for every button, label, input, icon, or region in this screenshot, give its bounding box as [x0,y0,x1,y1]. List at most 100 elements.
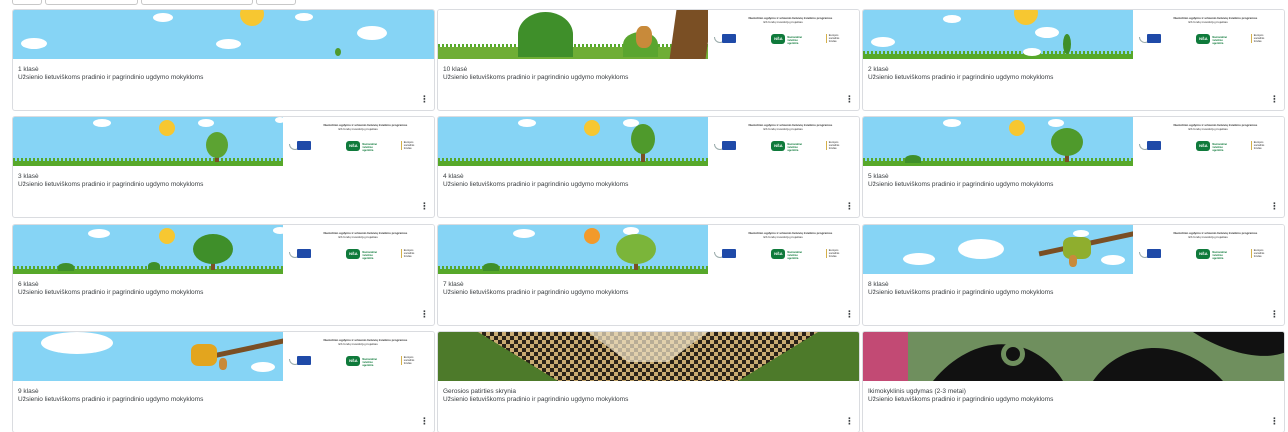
course-banner[interactable]: Nuotolinio ugdymo ir užsienio lietuvių š… [13,225,434,274]
eu-flag-icon [1146,249,1161,258]
tree-canopy-shape [1051,128,1083,156]
logo-line2: ES fondų investicijų projektas [763,235,803,239]
cloud-shape [88,229,110,238]
course-card[interactable]: Gerosios patirties skrynia Užsienio liet… [437,331,860,432]
more-options-icon[interactable]: ⋮ [420,201,429,211]
more-options-icon[interactable]: ⋮ [845,309,854,319]
folk-cutout-image [863,332,1284,381]
course-card[interactable]: Nuotolinio ugdymo ir užsienio lietuvių š… [437,116,860,218]
course-subtitle: Užsienio lietuviškoms pradinio ir pagrin… [443,74,629,81]
course-banner[interactable] [863,332,1284,381]
cloud-shape [1073,230,1089,237]
course-card[interactable]: Nuotolinio ugdymo ir užsienio lietuvių š… [862,224,1285,326]
oak-leaf-icon [191,344,217,366]
course-card[interactable]: Nuotolinio ugdymo ir užsienio lietuvių š… [12,116,435,218]
fund-text: Europos socialinis fondas [825,141,844,150]
cloud-shape [251,362,275,372]
bush-shape [58,263,74,271]
sprout-shape [1063,34,1071,54]
nsa-text: Nacionalinė švietimo agentūra [362,143,377,152]
course-title[interactable]: 3 klasė [18,173,39,180]
logo-line2: ES fondų investicijų projektas [338,127,378,131]
sun-shape [159,120,175,136]
sponsor-logos: Nuotolinio ugdymo ir užsienio lietuvių š… [708,117,859,166]
course-banner[interactable]: Nuotolinio ugdymo ir užsienio lietuvių š… [13,117,434,166]
cloud-shape [216,39,241,49]
nsa-logo-icon: NŠA [1196,141,1211,151]
course-title[interactable]: 4 klasė [443,173,464,180]
course-card[interactable]: Nuotolinio ugdymo ir užsienio lietuvių š… [437,224,860,326]
course-banner[interactable]: Nuotolinio ugdymo ir užsienio lietuvių š… [863,117,1284,166]
fund-text: Europos socialinis fondas [825,249,844,258]
woven-pattern-image [478,332,818,381]
nsa-text: Nacionalinė švietimo agentūra [362,251,377,260]
bush-shape [483,263,499,271]
more-options-icon[interactable]: ⋮ [420,94,429,104]
course-banner[interactable]: Nuotolinio ugdymo ir užsienio lietuvių š… [438,225,859,274]
course-subtitle: Užsienio lietuviškoms pradinio ir pagrin… [18,74,204,81]
bush-shape [518,12,573,57]
cloud-shape [1048,119,1064,127]
sponsor-logos: Nuotolinio ugdymo ir užsienio lietuvių š… [1133,117,1284,166]
course-card[interactable]: 1 klasė Užsienio lietuviškoms pradinio i… [12,9,435,111]
course-title[interactable]: 6 klasė [18,281,39,288]
course-banner[interactable] [13,10,434,59]
nsa-text: Nacionalinė švietimo agentūra [1212,36,1227,45]
eu-flag-icon [1146,141,1161,150]
course-subtitle: Užsienio lietuviškoms pradinio ir pagrin… [868,181,1054,188]
fund-text: Europos socialinis fondas [400,356,419,365]
course-card[interactable]: Nuotolinio ugdymo ir užsienio lietuvių š… [12,224,435,326]
toolbar-button[interactable] [141,0,253,5]
course-banner[interactable] [438,332,859,381]
cloud-shape [903,253,935,265]
cloud-shape [21,38,47,49]
toolbar-button[interactable] [12,0,42,5]
course-banner[interactable]: Nuotolinio ugdymo ir užsienio lietuvių š… [863,10,1284,59]
more-options-icon[interactable]: ⋮ [845,201,854,211]
course-banner[interactable]: Nuotolinio ugdymo ir užsienio lietuvių š… [13,332,434,381]
leaf-shape [335,48,341,56]
course-title[interactable]: 9 klasė [18,388,39,395]
course-banner[interactable]: Nuotolinio ugdymo ir užsienio lietuvių š… [863,225,1284,274]
course-subtitle: Užsienio lietuviškoms pradinio ir pagrin… [18,396,204,403]
sponsor-logos: Nuotolinio ugdymo ir užsienio lietuvių š… [283,117,434,166]
toolbar-button[interactable] [45,0,138,5]
eu-flag-icon [721,249,736,258]
sponsor-logos: Nuotolinio ugdymo ir užsienio lietuvių š… [1133,225,1284,274]
course-title[interactable]: 10 klasė [443,66,467,73]
course-banner[interactable]: Nuotolinio ugdymo ir užsienio lietuvių š… [438,117,859,166]
bush-shape [905,155,921,163]
more-options-icon[interactable]: ⋮ [1270,201,1279,211]
course-card[interactable]: Nuotolinio ugdymo ir užsienio lietuvių š… [437,9,860,111]
cloud-shape [518,119,536,127]
course-card[interactable]: Ikimokyklinis ugdymas (2-3 metai) Užsien… [862,331,1285,432]
course-title[interactable]: 2 klasė [868,66,889,73]
course-title[interactable]: 1 klasė [18,66,39,73]
course-subtitle: Užsienio lietuviškoms pradinio ir pagrin… [443,396,629,403]
course-title[interactable]: Gerosios patirties skrynia [443,388,516,395]
nsa-text: Nacionalinė švietimo agentūra [787,143,802,152]
fund-text: Europos socialinis fondas [1250,34,1269,43]
course-card[interactable]: Nuotolinio ugdymo ir užsienio lietuvių š… [862,116,1285,218]
more-options-icon[interactable]: ⋮ [1270,309,1279,319]
course-title[interactable]: 8 klasė [868,281,889,288]
toolbar-button[interactable] [256,0,296,5]
more-options-icon[interactable]: ⋮ [420,309,429,319]
acorn-character-icon [219,358,227,370]
course-title[interactable]: 5 klasė [868,173,889,180]
more-options-icon[interactable]: ⋮ [420,416,429,426]
more-options-icon[interactable]: ⋮ [845,416,854,426]
cloud-shape [41,332,113,354]
more-options-icon[interactable]: ⋮ [1270,94,1279,104]
course-card[interactable]: Nuotolinio ugdymo ir užsienio lietuvių š… [12,331,435,432]
eu-flag-icon [721,141,736,150]
sponsor-logos: Nuotolinio ugdymo ir užsienio lietuvių š… [708,225,859,274]
course-title[interactable]: Ikimokyklinis ugdymas (2-3 metai) [868,388,966,395]
course-banner[interactable]: Nuotolinio ugdymo ir užsienio lietuvių š… [438,10,859,59]
course-title[interactable]: 7 klasė [443,281,464,288]
more-options-icon[interactable]: ⋮ [845,94,854,104]
sponsor-logos: Nuotolinio ugdymo ir užsienio lietuvių š… [283,225,434,274]
more-options-icon[interactable]: ⋮ [1270,416,1279,426]
cloud-shape [1035,27,1059,38]
course-card[interactable]: Nuotolinio ugdymo ir užsienio lietuvių š… [862,9,1285,111]
